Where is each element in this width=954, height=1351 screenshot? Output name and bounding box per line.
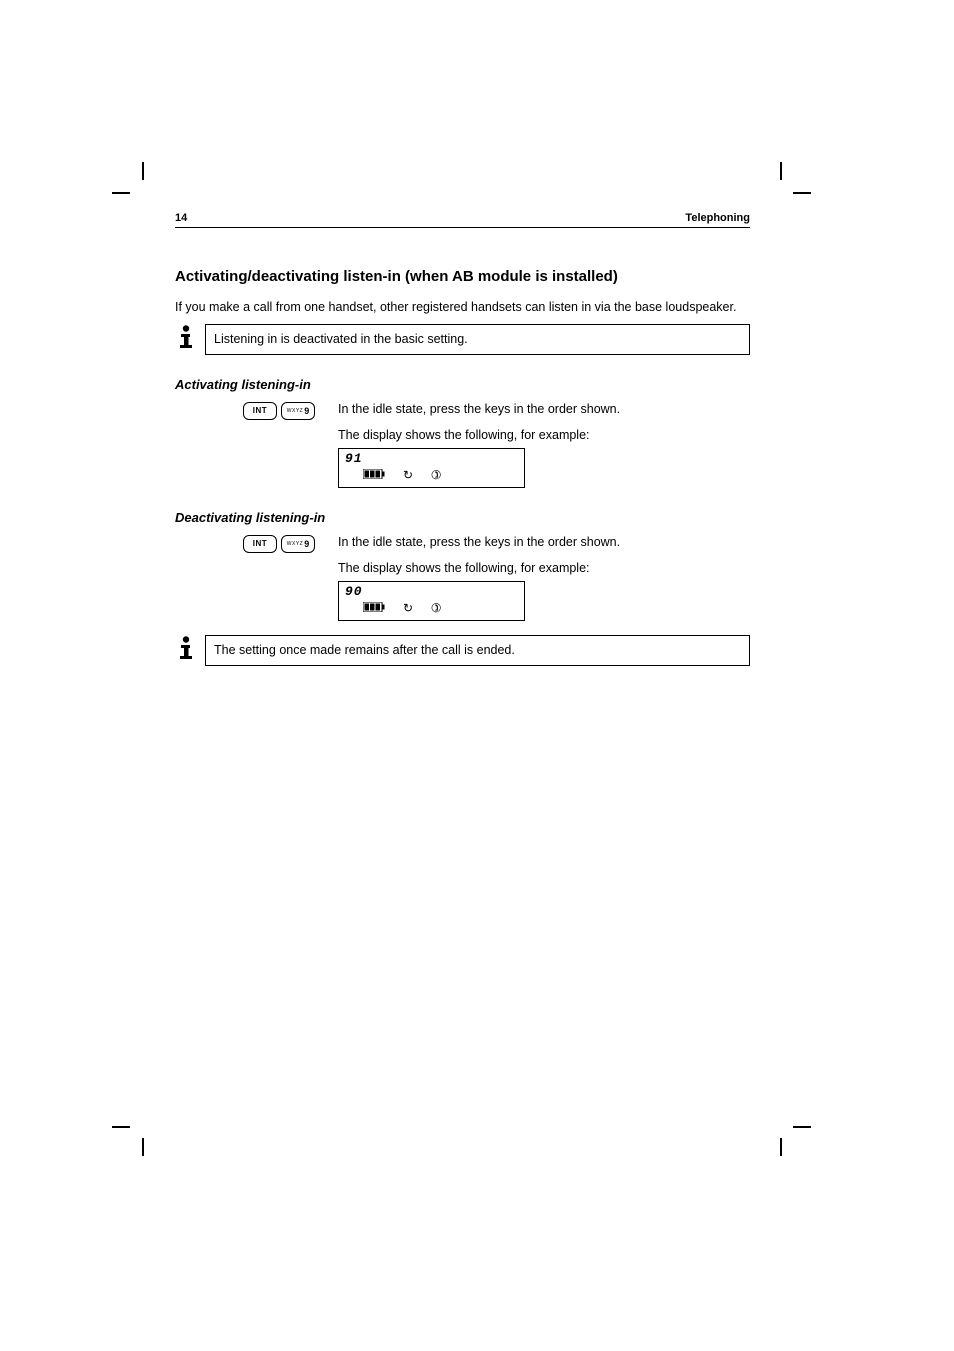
info-text: The setting once made remains after the … xyxy=(205,635,750,666)
page-title: Telephoning xyxy=(685,212,750,224)
handset-icon: ✆ xyxy=(429,467,443,484)
activate-heading: Activating listening-in xyxy=(175,377,750,392)
info-icon xyxy=(175,635,197,666)
info-box-intro: Listening in is deactivated in the basic… xyxy=(175,324,750,355)
nine-key-icon: WXYZ9 xyxy=(281,535,315,553)
redo-icon: ↻ xyxy=(403,601,413,615)
lcd-display-activate: 91 ↻ ✆ xyxy=(338,448,525,488)
deactivate-step-row: INT WXYZ9 In the idle state, press the k… xyxy=(175,535,750,553)
int-key-icon: INT xyxy=(243,535,277,553)
handset-icon: ✆ xyxy=(429,600,443,617)
activate-step-text: In the idle state, press the keys in the… xyxy=(338,402,750,420)
info-text: Listening in is deactivated in the basic… xyxy=(205,324,750,355)
info-box-deactivate: The setting once made remains after the … xyxy=(175,635,750,666)
lcd-value: 91 xyxy=(339,449,524,466)
info-icon xyxy=(175,324,197,355)
int-key-icon: INT xyxy=(243,402,277,420)
lcd-value: 90 xyxy=(339,582,524,599)
nine-key-icon: WXYZ9 xyxy=(281,402,315,420)
page-header: 14 Telephoning xyxy=(175,212,750,228)
battery-icon xyxy=(363,466,385,484)
activate-display-label: The display shows the following, for exa… xyxy=(338,428,750,442)
lcd-display-deactivate: 90 ↻ ✆ xyxy=(338,581,525,621)
redo-icon: ↻ xyxy=(403,468,413,482)
activate-step-row: INT WXYZ9 In the idle state, press the k… xyxy=(175,402,750,420)
deactivate-heading: Deactivating listening-in xyxy=(175,510,750,525)
section-heading: Activating/deactivating listen-in (when … xyxy=(175,268,750,285)
battery-icon xyxy=(363,599,385,617)
intro-paragraph: If you make a call from one handset, oth… xyxy=(175,299,750,316)
deactivate-step-text: In the idle state, press the keys in the… xyxy=(338,535,750,553)
deactivate-display-label: The display shows the following, for exa… xyxy=(338,561,750,575)
page-number: 14 xyxy=(175,212,187,224)
